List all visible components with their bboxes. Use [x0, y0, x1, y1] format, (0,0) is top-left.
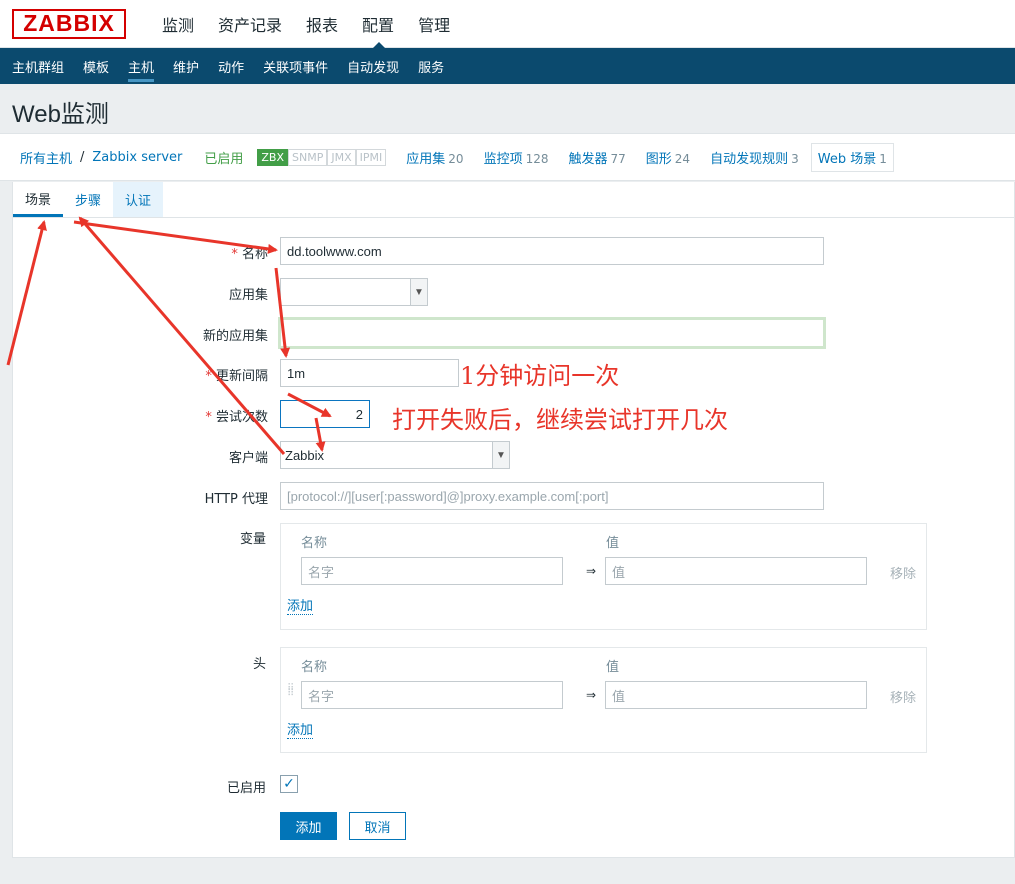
link-count: 77 [610, 151, 626, 166]
link-web-scenarios[interactable]: Web 场景 1 [810, 142, 894, 172]
host-bar: 所有主机 / Zabbix server 已启用 ZBX SNMP JMX IP… [0, 133, 1015, 181]
zabbix-logo[interactable]: ZABBIX [12, 8, 126, 39]
checkmark-icon: ✓ [283, 776, 295, 792]
link-count: 24 [674, 151, 691, 166]
link-label: Web 场景 [817, 151, 877, 167]
nav-inventory[interactable]: 资产记录 [206, 0, 294, 48]
variables-col-name: 名称 [301, 536, 328, 551]
tab-scenario[interactable]: 场景 [13, 182, 64, 217]
variables-label: 变量 [239, 532, 266, 547]
top-bar: ZABBIX 监测 资产记录 报表 配置 管理 [0, 0, 1015, 49]
link-label: 自动发现规则 [710, 151, 789, 167]
badge-jmx: JMX [327, 148, 356, 166]
link-label: 图形 [645, 151, 672, 167]
link-triggers[interactable]: 触发器 77 [568, 148, 625, 167]
subnav-templates[interactable]: 模板 [75, 48, 117, 84]
nav-administration[interactable]: 管理 [406, 0, 462, 48]
proxy-input[interactable]: [protocol://][user[:password]@]proxy.exa… [280, 482, 824, 510]
new-application-label: 新的应用集 [202, 329, 268, 344]
link-label: 触发器 [568, 151, 608, 167]
drag-handle-icon[interactable]: ⠿ ⠿ [287, 684, 294, 699]
breadcrumb-separator: / [80, 149, 85, 165]
new-application-input[interactable] [278, 317, 826, 349]
headers-table: 名称 值 ⠿ ⠿ 名字 ⇒ 值 移除 添加 [280, 647, 927, 753]
arrow-icon: ⇒ [586, 564, 597, 578]
attempts-label: 尝试次数 [205, 406, 268, 425]
variable-add-link[interactable]: 添加 [287, 599, 314, 615]
subnav-hosts[interactable]: 主机 [120, 48, 162, 84]
link-label: 应用集 [406, 151, 446, 167]
main-nav: 监测 资产记录 报表 配置 管理 [150, 0, 462, 49]
attempts-annotation: 打开失败后，继续尝试打开几次 [392, 406, 728, 434]
agent-select[interactable]: Zabbix ▼ [280, 441, 510, 469]
tab-steps[interactable]: 步骤 [63, 182, 113, 217]
subnav-correlation[interactable]: 关联项事件 [255, 48, 336, 84]
tab-bar: 场景 步骤 认证 [13, 182, 1014, 218]
nav-monitoring[interactable]: 监测 [150, 0, 206, 48]
variable-name-input[interactable]: 名字 [301, 557, 563, 585]
header-value-input[interactable]: 值 [605, 681, 867, 709]
agent-select-value: Zabbix [285, 447, 325, 463]
link-applications[interactable]: 应用集 20 [406, 148, 463, 167]
application-select[interactable]: ▼ [280, 278, 428, 306]
name-input[interactable]: dd.toolwww.com [280, 237, 824, 265]
badge-zbx: ZBX [257, 148, 289, 166]
breadcrumb-host[interactable]: Zabbix server [92, 150, 182, 165]
arrow-icon: ⇒ [586, 688, 597, 702]
subnav-actions[interactable]: 动作 [210, 48, 252, 84]
enabled-label: 已启用 [226, 781, 266, 796]
sub-nav: 主机群组 模板 主机 维护 动作 关联项事件 自动发现 服务 [0, 48, 1015, 84]
subnav-host-groups[interactable]: 主机群组 [4, 48, 72, 84]
headers-col-value: 值 [606, 660, 620, 675]
nav-reports[interactable]: 报表 [294, 0, 350, 48]
variable-remove-button[interactable]: 移除 [890, 563, 916, 582]
availability-badges: ZBX SNMP JMX IPMI [257, 148, 387, 166]
header-add-link[interactable]: 添加 [287, 723, 314, 739]
link-discovery-rules[interactable]: 自动发现规则 3 [710, 148, 799, 167]
breadcrumb-all-hosts[interactable]: 所有主机 [20, 148, 72, 167]
application-label: 应用集 [228, 288, 268, 303]
link-count: 1 [879, 151, 887, 166]
badge-snmp: SNMP [288, 148, 328, 166]
page-title: Web监测 [12, 101, 109, 128]
variables-table: 名称 值 名字 ⇒ 值 移除 添加 [280, 523, 927, 630]
subnav-discovery[interactable]: 自动发现 [339, 48, 407, 84]
agent-label: 客户端 [228, 451, 268, 466]
header-name-input[interactable]: 名字 [301, 681, 563, 709]
link-items[interactable]: 监控项 128 [484, 148, 549, 167]
host-status[interactable]: 已启用 [204, 148, 243, 167]
headers-label: 头 [252, 657, 266, 672]
attempts-input[interactable]: 2 [280, 400, 370, 428]
link-count: 20 [448, 151, 464, 166]
name-label: 名称 [231, 243, 268, 262]
variables-col-value: 值 [606, 536, 620, 551]
enabled-checkbox[interactable]: ✓ [280, 775, 298, 793]
add-button[interactable]: 添加 [280, 812, 337, 840]
subnav-services[interactable]: 服务 [410, 48, 452, 84]
link-count: 128 [525, 151, 549, 166]
nav-configuration[interactable]: 配置 [350, 0, 406, 49]
link-count: 3 [791, 151, 799, 166]
interval-input[interactable]: 1m [280, 359, 459, 387]
link-graphs[interactable]: 图形 24 [646, 148, 690, 167]
header-remove-button[interactable]: 移除 [890, 687, 916, 706]
chevron-down-icon: ▼ [492, 442, 509, 468]
link-label: 监控项 [483, 151, 523, 167]
proxy-label: HTTP 代理 [204, 492, 268, 507]
badge-ipmi: IPMI [355, 148, 387, 166]
headers-col-name: 名称 [301, 660, 328, 675]
cancel-button[interactable]: 取消 [349, 812, 406, 840]
variable-value-input[interactable]: 值 [605, 557, 867, 585]
tab-authentication[interactable]: 认证 [113, 182, 164, 217]
subnav-maintenance[interactable]: 维护 [165, 48, 207, 84]
form-panel: 场景 步骤 认证 名称 dd.toolwww.com 应用集 ▼ 新的应用集 更… [12, 182, 1015, 858]
interval-label: 更新间隔 [205, 365, 268, 384]
chevron-down-icon: ▼ [410, 279, 427, 305]
interval-annotation: 1分钟访问一次 [460, 362, 620, 390]
